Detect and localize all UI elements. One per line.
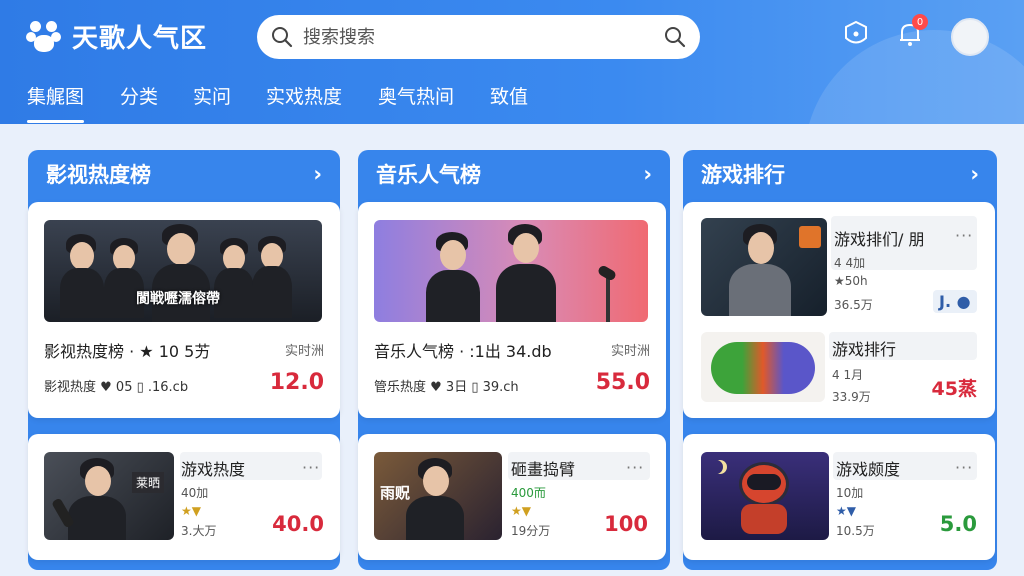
paw-logo-icon: [26, 19, 62, 55]
item-meta-1: 10加: [836, 486, 864, 500]
app-logo[interactable]: 天歌人气区: [26, 18, 207, 55]
column-header[interactable]: 游戏排行 ›: [683, 150, 997, 198]
column-title: 游戏排行: [701, 163, 785, 187]
item-thumbnail: [701, 332, 825, 402]
list-item[interactable]: 雨贶 砸畫捣臂 ··· 400而 ★▼ 19分万 100: [358, 434, 666, 560]
item-thumbnail: [701, 452, 829, 540]
search-input[interactable]: [303, 26, 664, 48]
microphone-stand-icon: [606, 276, 610, 322]
thumb-overlay-text: 莱晒: [131, 472, 164, 493]
user-avatar[interactable]: [951, 18, 989, 56]
tab-featured[interactable]: 集艉图: [27, 82, 85, 123]
item-meta-3: 3.大万: [181, 524, 217, 538]
more-options-icon[interactable]: ···: [955, 458, 973, 477]
item-meta-1: 400而: [511, 486, 546, 500]
notification-bell-icon[interactable]: 0: [894, 14, 928, 50]
item-score: 5.0: [939, 512, 977, 536]
notification-badge: 0: [912, 14, 928, 30]
chevron-right-icon[interactable]: ›: [313, 162, 322, 186]
feature-card[interactable]: 音乐人气榜 · ꞉1出 34.db 实时洲 管乐热度 ♥ 3日 ▯ 39.ch …: [358, 202, 666, 418]
feature-stats: 管乐热度 ♥ 3日 ▯ 39.ch: [374, 380, 519, 395]
item-meta-1: 4 4加: [834, 256, 866, 270]
banner-caption: 閬戦嚦濡傛帶: [136, 291, 220, 307]
tab-realtime[interactable]: 实问: [193, 82, 231, 109]
tab-value[interactable]: 致值: [490, 82, 528, 109]
item-thumbnail: [701, 218, 827, 316]
item-meta-3: 19分万: [511, 524, 551, 538]
item-score: 40.0: [272, 512, 324, 536]
game-list-card: 游戏排们/ 朋 ··· 4 4加 ★50h 36.5万 J. ● 游戏排行 4 …: [683, 202, 995, 418]
item-thumbnail: 雨贶: [374, 452, 502, 540]
shield-icon[interactable]: [840, 18, 872, 50]
feature-title: 音乐人气榜 · ꞉1出 34.db: [374, 342, 552, 361]
item-score: 45蒸: [931, 378, 977, 400]
search-icon: [272, 27, 293, 48]
list-item[interactable]: 游戏排行 4 1月 33.9万 45蒸: [683, 320, 995, 414]
item-meta-2: ★▼: [181, 504, 201, 518]
feature-score: 55.0: [595, 370, 650, 395]
feature-stats: 影视热度 ♥ 05 ▯ .16.cb: [44, 380, 189, 395]
list-item[interactable]: 游戏排们/ 朋 ··· 4 4加 ★50h 36.5万 J. ●: [683, 202, 995, 316]
column-title: 影视热度榜: [46, 163, 151, 187]
item-meta-3: 10.5万: [836, 524, 875, 538]
item-meta-2: ★▼: [836, 504, 856, 518]
item-meta-2: ★50h: [834, 274, 868, 288]
more-options-icon[interactable]: ···: [626, 458, 644, 477]
item-title: 游戏排们/ 朋: [834, 230, 925, 249]
item-score: 100: [604, 512, 648, 536]
tab-popularity[interactable]: 奥气热间: [378, 82, 454, 109]
item-meta-2: ★▼: [511, 504, 531, 518]
item-score: J. ●: [933, 290, 977, 313]
column-header[interactable]: 音乐人气榜 ›: [358, 150, 670, 198]
feature-banner-image: 閬戦嚦濡傛帶: [44, 220, 322, 322]
item-title: 砸畫捣臂: [511, 460, 576, 479]
search-bar[interactable]: [257, 15, 700, 59]
chevron-right-icon[interactable]: ›: [643, 162, 652, 186]
tab-category[interactable]: 分类: [120, 82, 158, 109]
top-header: 天歌人气区 0 集艉图 分类 实问 实戏热度 奥气热间 致值: [0, 0, 1024, 124]
feature-banner-image: [374, 220, 648, 322]
gamepad-icon: [711, 342, 815, 394]
item-thumbnail: 莱晒: [44, 452, 174, 540]
column-film-ranking: 影视热度榜 › 閬戦嚦濡傛帶 影视热度榜 · ★ 10 5艻 实时洲 影视热度 …: [28, 150, 340, 570]
item-meta-1: 4 1月: [832, 368, 864, 382]
chevron-right-icon[interactable]: ›: [970, 162, 979, 186]
list-item[interactable]: 游戏颇度 ··· 10加 ★▼ 10.5万 5.0: [683, 434, 995, 560]
microphone-icon: [596, 264, 618, 282]
column-header[interactable]: 影视热度榜 ›: [28, 150, 340, 198]
more-options-icon[interactable]: ···: [955, 226, 973, 245]
search-submit-icon[interactable]: [664, 26, 686, 48]
realtime-tag[interactable]: 实时洲: [285, 340, 324, 359]
item-meta-1: 40加: [181, 486, 209, 500]
item-title: 游戏颇度: [836, 460, 901, 479]
feature-card[interactable]: 閬戦嚦濡傛帶 影视热度榜 · ★ 10 5艻 实时洲 影视热度 ♥ 05 ▯ .…: [28, 202, 340, 418]
more-options-icon[interactable]: ···: [302, 458, 320, 477]
realtime-tag[interactable]: 实时洲: [611, 340, 650, 359]
item-title: 游戏排行: [832, 340, 897, 359]
feature-title: 影视热度榜 · ★ 10 5艻: [44, 342, 211, 361]
game-badge-icon: [799, 226, 821, 248]
item-meta-3: 36.5万: [834, 298, 873, 312]
column-game-ranking: 游戏排行 › 游戏排们/ 朋 ··· 4 4加 ★50h 36.5万 J. ●: [683, 150, 997, 570]
app-title: 天歌人气区: [72, 24, 208, 54]
item-title: 游戏热度: [181, 460, 246, 479]
column-title: 音乐人气榜: [376, 163, 481, 187]
moon-icon: [709, 460, 723, 474]
feature-score: 12.0: [269, 370, 324, 395]
column-music-ranking: 音乐人气榜 › 音乐人气榜 · ꞉1出 34.db 实时洲 管乐热度 ♥ 3日 …: [358, 150, 670, 570]
thumb-overlay-text: 雨贶: [380, 484, 411, 502]
list-item[interactable]: 莱晒 游戏热度 ··· 40加 ★▼ 3.大万 40.0: [28, 434, 340, 560]
item-meta-2: 33.9万: [832, 390, 871, 404]
tab-game-heat[interactable]: 实戏热度: [266, 82, 342, 109]
